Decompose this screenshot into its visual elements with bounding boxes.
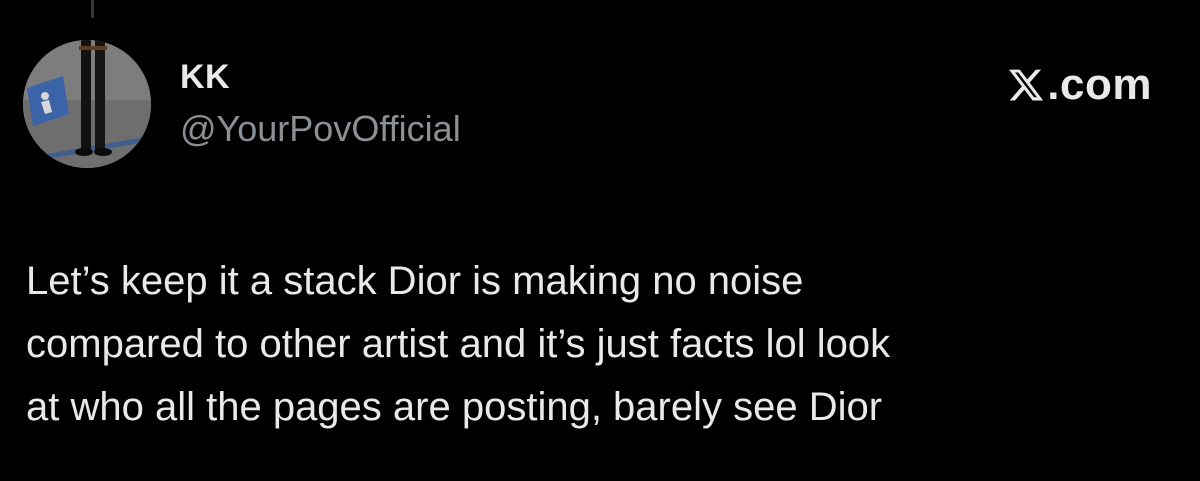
tweet-text-line: compared to other artist and it’s just f…	[26, 322, 891, 366]
thread-connector-line	[91, 0, 94, 18]
avatar[interactable]	[23, 40, 151, 168]
person-standing-avatar-icon	[23, 40, 151, 168]
tweet-text-line: Let’s keep it a stack Dior is making no …	[26, 259, 804, 303]
source-domain: .com	[1047, 60, 1152, 109]
author-display-name[interactable]: KK	[180, 58, 230, 97]
tweet-text-line: at who all the pages are posting, barely…	[26, 385, 883, 429]
author-handle[interactable]: @YourPovOfficial	[180, 108, 461, 150]
x-logo-icon	[1007, 66, 1045, 104]
source-brand: .com	[1007, 60, 1152, 110]
tweet-text: Let’s keep it a stack Dior is making no …	[26, 250, 1176, 439]
